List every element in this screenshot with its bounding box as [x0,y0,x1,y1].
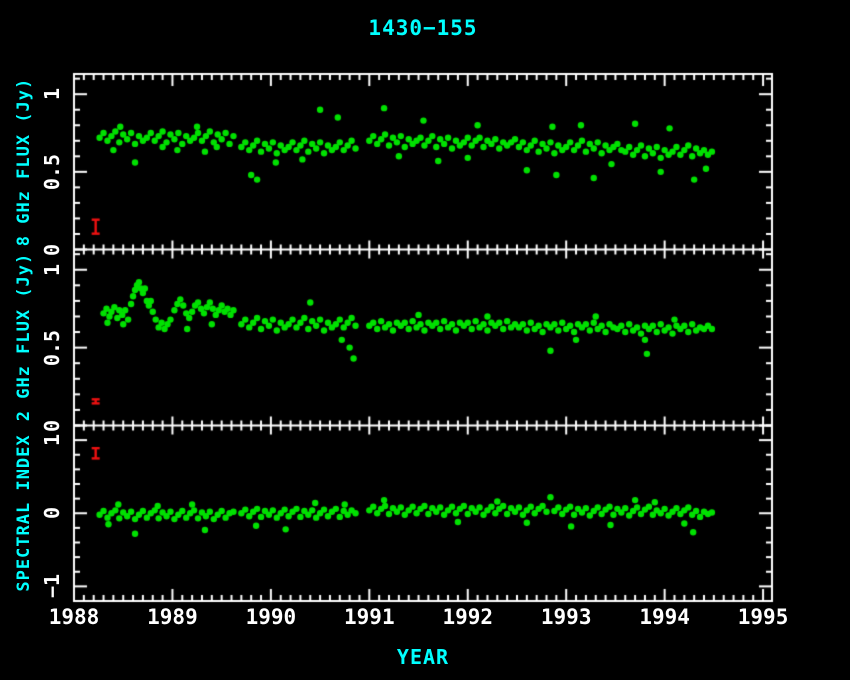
y-tick-label-panel1-0: 0 [40,243,64,255]
y-tick-label-panel3-−1: −1 [40,574,64,598]
plot-title: 1430−155 [74,16,772,40]
x-axis-title: YEAR [74,645,772,669]
x-tick-label-1995: 1995 [738,605,789,629]
y-tick-label-panel2-0.5: 0.5 [40,330,64,366]
x-tick-label-1990: 1990 [246,605,297,629]
x-tick-label-1989: 1989 [147,605,198,629]
y-axis-title-spectral-index: SPECTRAL INDEX [14,434,34,591]
chart-canvas [0,0,850,680]
y-tick-label-panel2-0: 0 [40,419,64,431]
y-axis-title-2ghz-flux: 2 GHz FLUX (Jy) [14,253,34,422]
y-axis-title-8ghz-flux: 8 GHz FLUX (Jy) [14,78,34,247]
light-curve-figure: 1430−155 8 GHz FLUX (Jy) 2 GHz FLUX (Jy)… [0,0,850,680]
x-tick-label-1992: 1992 [442,605,493,629]
y-tick-label-panel1-0.5: 0.5 [40,154,64,190]
x-tick-label-1994: 1994 [639,605,690,629]
y-tick-label-panel2-1: 1 [40,264,64,276]
x-tick-label-1988: 1988 [49,605,100,629]
x-tick-label-1991: 1991 [344,605,395,629]
y-tick-label-panel1-1: 1 [40,88,64,100]
y-tick-label-panel3-0: 0 [40,507,64,519]
x-tick-label-1993: 1993 [541,605,592,629]
y-tick-label-panel3-1: 1 [40,434,64,446]
